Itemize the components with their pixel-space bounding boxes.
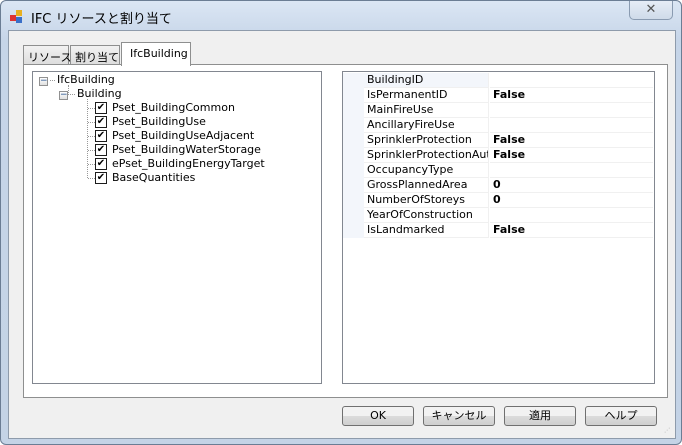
property-row[interactable]: NumberOfStoreys 0 bbox=[343, 193, 653, 208]
property-value[interactable]: False bbox=[490, 148, 653, 163]
property-row[interactable]: SprinklerProtection False bbox=[343, 133, 653, 148]
property-name: SprinklerProtectionAuto bbox=[364, 148, 489, 163]
property-row[interactable]: GrossPlannedArea 0 bbox=[343, 178, 653, 193]
window-title: IFC リソースと割り当て bbox=[31, 12, 172, 27]
property-name: IsLandmarked bbox=[364, 223, 489, 238]
tab-ifcbuilding[interactable]: IfcBuilding bbox=[121, 42, 191, 66]
tab-panel: − IfcBuilding − Building ✔ Pset_BuildingC… bbox=[23, 64, 668, 398]
property-row[interactable]: AncillaryFireUse bbox=[343, 118, 653, 133]
property-value[interactable] bbox=[490, 73, 653, 88]
tree-view[interactable]: − IfcBuilding − Building ✔ Pset_BuildingC… bbox=[32, 71, 322, 384]
property-name: MainFireUse bbox=[364, 103, 489, 118]
checkbox[interactable]: ✔ bbox=[95, 102, 107, 114]
property-name: AncillaryFireUse bbox=[364, 118, 489, 133]
close-icon: ✕ bbox=[645, 2, 657, 17]
dialog-window: IFC リソースと割り当て ✕ リソース 割り当て IfcBuilding − … bbox=[0, 0, 682, 445]
property-name: BuildingID bbox=[364, 73, 489, 88]
property-name: OccupancyType bbox=[364, 163, 489, 178]
property-value[interactable]: 0 bbox=[490, 193, 653, 208]
property-value[interactable]: 0 bbox=[490, 178, 653, 193]
property-value[interactable] bbox=[490, 118, 653, 133]
cancel-button[interactable]: キャンセル bbox=[423, 406, 495, 426]
checkbox[interactable]: ✔ bbox=[95, 144, 107, 156]
property-row[interactable]: SprinklerProtectionAuto False bbox=[343, 148, 653, 163]
row-gutter bbox=[343, 103, 364, 118]
checkbox[interactable]: ✔ bbox=[95, 158, 107, 170]
row-gutter bbox=[343, 148, 364, 163]
property-name: YearOfConstruction bbox=[364, 208, 489, 223]
property-name: IsPermanentID bbox=[364, 88, 489, 103]
row-gutter bbox=[343, 118, 364, 133]
checkbox[interactable]: ✔ bbox=[95, 116, 107, 128]
tree-item-label: Pset_BuildingUseAdjacent bbox=[112, 129, 255, 142]
collapse-icon[interactable]: − bbox=[39, 77, 48, 86]
row-gutter bbox=[343, 223, 364, 238]
property-value[interactable]: False bbox=[490, 88, 653, 103]
help-button[interactable]: ヘルプ bbox=[585, 406, 657, 426]
tree-item-label: BaseQuantities bbox=[112, 171, 196, 184]
client-area: リソース 割り当て IfcBuilding − IfcBuilding − Bu… bbox=[8, 30, 676, 439]
apply-button[interactable]: 適用 bbox=[504, 406, 576, 426]
property-row[interactable]: IsPermanentID False bbox=[343, 88, 653, 103]
tree-item-label: ePset_BuildingEnergyTarget bbox=[112, 157, 265, 170]
checkbox[interactable]: ✔ bbox=[95, 130, 107, 142]
tree-node-label: Building bbox=[77, 87, 122, 100]
resize-grip-icon[interactable]: ⋰ bbox=[664, 427, 672, 435]
property-name: SprinklerProtection bbox=[364, 133, 489, 148]
row-gutter bbox=[343, 193, 364, 208]
ok-button[interactable]: OK bbox=[342, 406, 414, 426]
property-value[interactable] bbox=[490, 163, 653, 178]
property-row[interactable]: OccupancyType bbox=[343, 163, 653, 178]
property-row[interactable]: IsLandmarked False bbox=[343, 223, 653, 238]
checkbox[interactable]: ✔ bbox=[95, 172, 107, 184]
row-gutter bbox=[343, 208, 364, 223]
property-row[interactable]: BuildingID bbox=[343, 73, 653, 88]
row-gutter bbox=[343, 88, 364, 103]
property-row[interactable]: MainFireUse bbox=[343, 103, 653, 118]
tree-item-label: Pset_BuildingUse bbox=[112, 115, 206, 128]
property-name: GrossPlannedArea bbox=[364, 178, 489, 193]
tree-node-label: IfcBuilding bbox=[57, 73, 115, 86]
property-value[interactable]: False bbox=[490, 133, 653, 148]
property-name: NumberOfStoreys bbox=[364, 193, 489, 208]
app-icon bbox=[10, 10, 24, 23]
row-gutter bbox=[343, 133, 364, 148]
tree-item-label: Pset_BuildingCommon bbox=[112, 101, 235, 114]
collapse-icon[interactable]: − bbox=[59, 91, 68, 100]
tree-item-label: Pset_BuildingWaterStorage bbox=[112, 143, 261, 156]
property-grid[interactable]: BuildingID IsPermanentID False MainFireUse A… bbox=[342, 71, 655, 384]
property-value[interactable] bbox=[490, 208, 653, 223]
property-value[interactable]: False bbox=[490, 223, 653, 238]
tab-assignment[interactable]: 割り当て bbox=[70, 45, 120, 65]
property-value[interactable] bbox=[490, 103, 653, 118]
tab-resources[interactable]: リソース bbox=[23, 45, 71, 65]
row-gutter bbox=[343, 163, 364, 178]
row-gutter bbox=[343, 73, 364, 88]
row-gutter bbox=[343, 178, 364, 193]
close-button[interactable]: ✕ bbox=[629, 1, 673, 20]
property-row[interactable]: YearOfConstruction bbox=[343, 208, 653, 223]
